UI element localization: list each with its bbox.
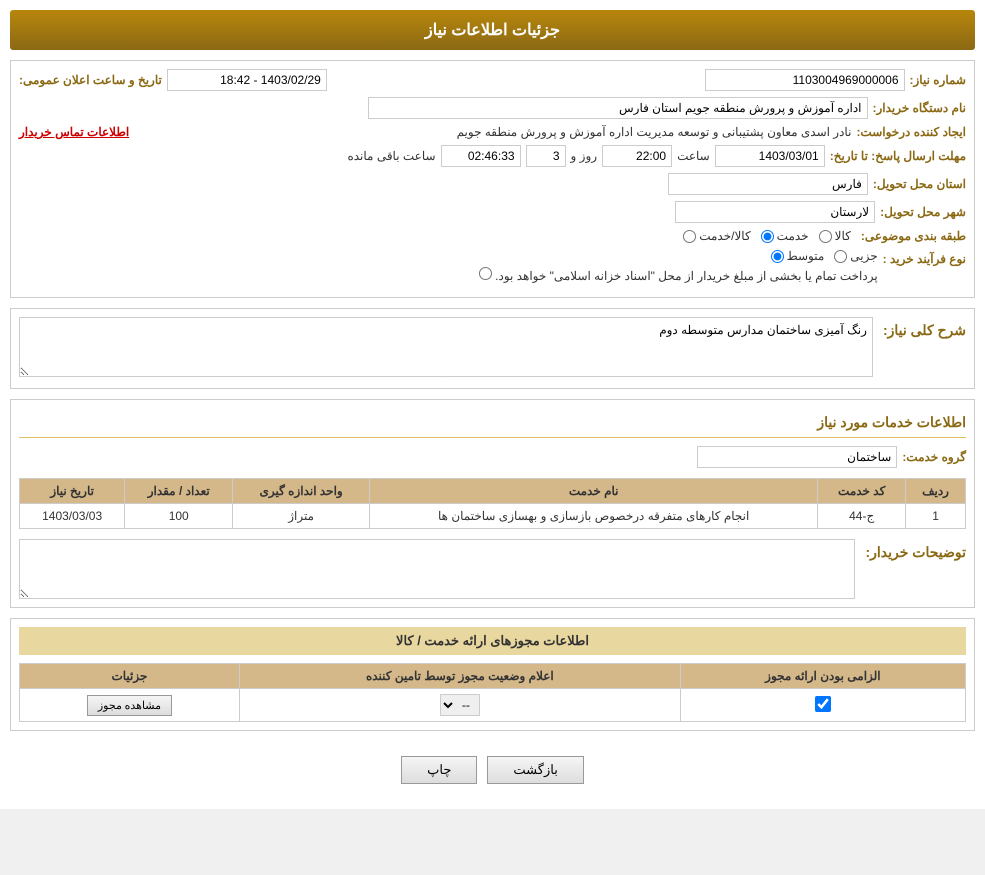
category-radio-group: کالا خدمت کالا/خدمت <box>683 229 851 243</box>
print-button[interactable]: چاپ <box>401 756 477 784</box>
contact-info-link[interactable]: اطلاعات تماس خریدار <box>19 125 129 139</box>
category-option-kala-khedmat: کالا/خدمت <box>699 229 750 243</box>
cell-row: 1 <box>906 504 966 529</box>
license-status-select[interactable]: -- <box>440 694 480 716</box>
category-option-khedmat: خدمت <box>777 229 809 243</box>
date-label: تاریخ و ساعت اعلان عمومی: <box>19 73 162 87</box>
col-header-row: ردیف <box>906 479 966 504</box>
deadline-day-label: روز و <box>571 149 598 163</box>
city-label: شهر محل تحویل: <box>880 205 966 219</box>
licenses-table: الزامی بودن ارائه مجوز اعلام وضعیت مجوز … <box>19 663 966 722</box>
licenses-section-title: اطلاعات مجوزهای ارائه خدمت / کالا <box>19 627 966 655</box>
buyer-org-field <box>368 97 868 119</box>
view-license-button[interactable]: مشاهده مجوز <box>87 695 172 716</box>
cell-code: ج-44 <box>818 504 906 529</box>
license-row: -- مشاهده مجوز <box>20 689 966 722</box>
deadline-days-field <box>526 145 566 167</box>
purchase-option-jozi: جزیی <box>850 249 877 263</box>
category-radio-kala[interactable] <box>819 230 832 243</box>
need-desc-label: شرح کلی نیاز: <box>883 317 966 339</box>
category-radio-khedmat[interactable] <box>761 230 774 243</box>
lic-cell-status: -- <box>239 689 680 722</box>
cell-unit: متراژ <box>233 504 370 529</box>
deadline-date-field <box>715 145 825 167</box>
page-title: جزئیات اطلاعات نیاز <box>10 10 975 50</box>
license-required-checkbox[interactable] <box>815 696 831 712</box>
lic-cell-details: مشاهده مجوز <box>20 689 240 722</box>
deadline-remaining-field <box>441 145 521 167</box>
col-header-date: تاریخ نیاز <box>20 479 125 504</box>
deadline-remaining-label: ساعت باقی مانده <box>347 149 435 163</box>
service-group-label: گروه خدمت: <box>902 450 966 464</box>
col-header-qty: تعداد / مقدار <box>125 479 233 504</box>
purchase-radio-jozi[interactable] <box>834 250 847 263</box>
services-table: ردیف کد خدمت نام خدمت واحد اندازه گیری ت… <box>19 478 966 529</box>
col-header-unit: واحد اندازه گیری <box>233 479 370 504</box>
city-field <box>675 201 875 223</box>
purchase-radio-asnad[interactable] <box>479 267 492 280</box>
purchase-radio-motavasset[interactable] <box>771 250 784 263</box>
category-option-kala: کالا <box>835 229 851 243</box>
lic-cell-required <box>680 689 965 722</box>
need-desc-field[interactable]: رنگ آمیزی ساختمان مدارس متوسطه دوم <box>19 317 873 377</box>
need-number-label: شماره نیاز: <box>910 73 966 87</box>
col-header-name: نام خدمت <box>370 479 818 504</box>
services-section-title: اطلاعات خدمات مورد نیاز <box>19 408 966 438</box>
lic-col-required: الزامی بودن ارائه مجوز <box>680 664 965 689</box>
cell-date: 1403/03/03 <box>20 504 125 529</box>
deadline-label: مهلت ارسال پاسخ: تا تاریخ: <box>830 149 966 163</box>
cell-qty: 100 <box>125 504 233 529</box>
buyer-org-label: نام دستگاه خریدار: <box>873 101 967 115</box>
category-radio-kala-khedmat[interactable] <box>683 230 696 243</box>
purchase-option-asnad: پرداخت تمام یا بخشی از مبلغ خریدار از مح… <box>495 269 878 283</box>
creator-label: ایجاد کننده درخواست: <box>856 125 966 139</box>
table-row: 1 ج-44 انجام کارهای متفرقه درخصوص بازساز… <box>20 504 966 529</box>
purchase-option-motavasset: متوسط <box>787 249 825 263</box>
buyer-notes-field[interactable] <box>19 539 855 599</box>
creator-value: نادر اسدی معاون پشتیبانی و توسعه مدیریت … <box>134 125 851 139</box>
category-label: طبقه بندی موضوعی: <box>861 229 966 243</box>
purchase-type-label: نوع فرآیند خرید : <box>883 249 966 266</box>
buyer-notes-label: توضیحات خریدار: <box>865 539 966 561</box>
cell-name: انجام کارهای متفرقه درخصوص بازسازی و بهس… <box>370 504 818 529</box>
back-button[interactable]: بازگشت <box>487 756 583 784</box>
date-field <box>167 69 327 91</box>
deadline-time-field <box>602 145 672 167</box>
footer-buttons: بازگشت چاپ <box>10 741 975 799</box>
need-number-field[interactable] <box>705 69 905 91</box>
province-label: استان محل تحویل: <box>873 177 966 191</box>
province-field <box>668 173 868 195</box>
service-group-field <box>697 446 897 468</box>
lic-col-status: اعلام وضعیت مجوز توسط تامین کننده <box>239 664 680 689</box>
deadline-time-label: ساعت <box>677 149 710 163</box>
lic-col-details: جزئیات <box>20 664 240 689</box>
col-header-code: کد خدمت <box>818 479 906 504</box>
